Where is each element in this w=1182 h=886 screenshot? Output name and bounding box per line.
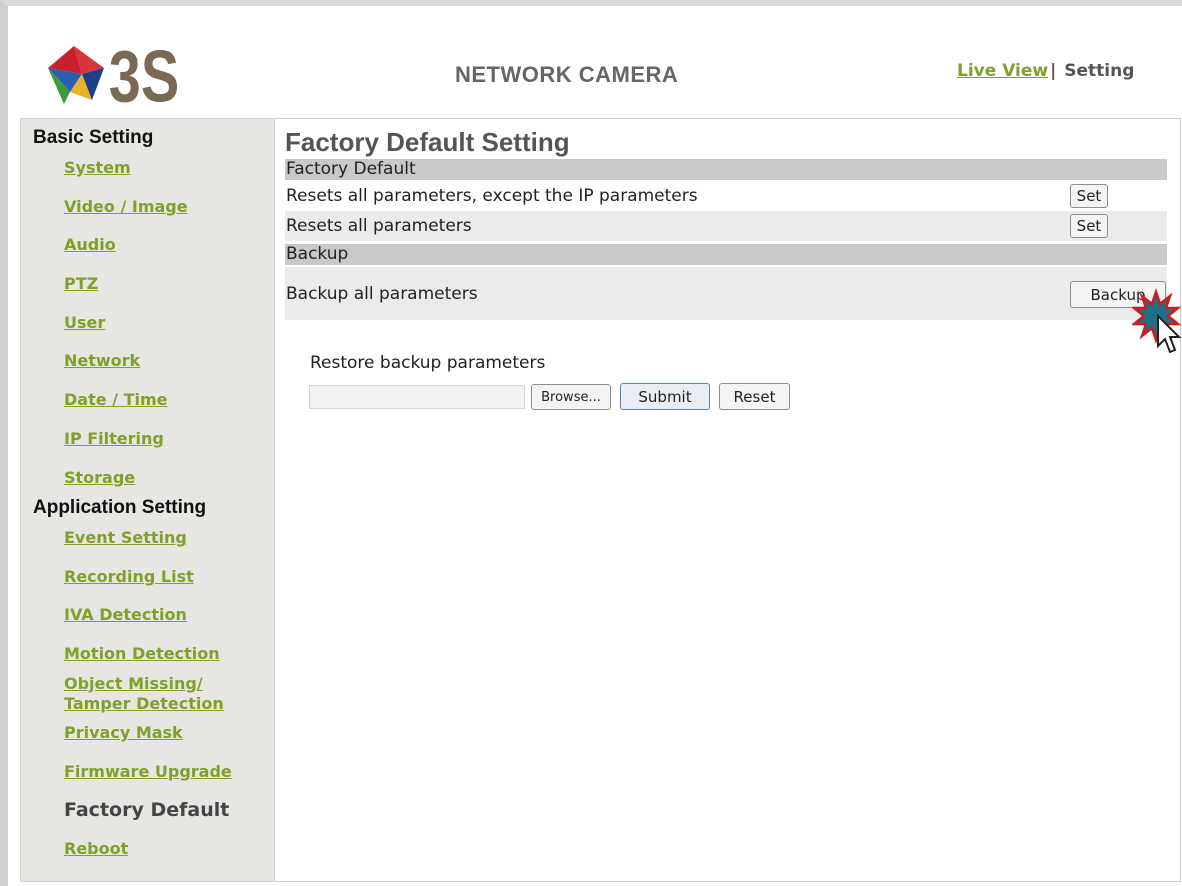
sidebar-item-ptz[interactable]: PTZ xyxy=(64,274,98,294)
brand-logo: 3S xyxy=(44,28,184,114)
sidebar-item-storage[interactable]: Storage xyxy=(64,468,135,488)
live-view-link[interactable]: Live View xyxy=(957,61,1048,81)
header: 3S NETWORK CAMERA Live View | Setting xyxy=(8,6,1182,116)
sidebar-item-privacy-mask[interactable]: Privacy Mask xyxy=(64,723,183,743)
restore-label: Restore backup parameters xyxy=(310,353,546,373)
backup-row: Backup all parameters Backup xyxy=(285,267,1167,320)
setting-label: Setting xyxy=(1064,61,1135,81)
factory-default-section-header: Factory Default xyxy=(285,159,1167,180)
sidebar-item-event-setting[interactable]: Event Setting xyxy=(64,528,187,548)
backup-section-header: Backup xyxy=(285,244,1167,265)
sidebar-item-system[interactable]: System xyxy=(64,158,131,178)
sidebar-item-date-time[interactable]: Date / Time xyxy=(64,390,167,410)
sidebar: Basic Setting System Video / Image Audio… xyxy=(20,118,275,882)
sidebar-item-audio[interactable]: Audio xyxy=(64,235,116,255)
sidebar-item-reboot[interactable]: Reboot xyxy=(64,839,128,859)
reset-except-ip-row: Resets all parameters, except the IP par… xyxy=(285,181,1167,211)
top-nav: Live View | Setting xyxy=(957,61,1134,81)
sidebar-item-network[interactable]: Network xyxy=(64,351,140,371)
sidebar-item-tamper-detection[interactable]: Tamper Detection xyxy=(64,694,224,714)
sidebar-item-motion-detection[interactable]: Motion Detection xyxy=(64,644,220,664)
reset-except-ip-label: Resets all parameters, except the IP par… xyxy=(286,186,698,206)
submit-button[interactable]: Submit xyxy=(620,383,710,410)
sidebar-item-object-missing[interactable]: Object Missing/ xyxy=(64,674,203,694)
sidebar-item-factory-default: Factory Default xyxy=(64,799,230,821)
product-title: NETWORK CAMERA xyxy=(455,62,679,87)
basic-setting-heading: Basic Setting xyxy=(33,127,154,148)
section-label: Factory Default xyxy=(286,159,416,179)
sidebar-item-recording-list[interactable]: Recording List xyxy=(64,567,194,587)
sidebar-item-user[interactable]: User xyxy=(64,313,105,333)
sidebar-item-video-image[interactable]: Video / Image xyxy=(64,197,188,217)
set-all-button[interactable]: Set xyxy=(1070,214,1108,238)
click-burst-cursor-icon xyxy=(1130,288,1182,364)
restore-file-input[interactable] xyxy=(309,385,525,409)
section-label: Backup xyxy=(286,244,349,264)
nav-separator: | xyxy=(1050,61,1057,81)
backup-label: Backup all parameters xyxy=(286,284,478,304)
main-panel: Factory Default Setting Factory Default … xyxy=(275,118,1181,882)
reset-all-row: Resets all parameters Set xyxy=(285,211,1167,241)
sidebar-item-ip-filtering[interactable]: IP Filtering xyxy=(64,429,164,449)
application-setting-heading: Application Setting xyxy=(33,497,207,518)
sidebar-item-firmware-upgrade[interactable]: Firmware Upgrade xyxy=(64,762,232,782)
page-title: Factory Default Setting xyxy=(285,127,570,157)
sidebar-item-iva-detection[interactable]: IVA Detection xyxy=(64,605,187,625)
reset-all-label: Resets all parameters xyxy=(286,216,472,236)
reset-button[interactable]: Reset xyxy=(719,383,790,410)
set-except-ip-button[interactable]: Set xyxy=(1070,184,1108,208)
browse-button[interactable]: Browse... xyxy=(531,384,611,410)
svg-text:3S: 3S xyxy=(109,36,179,114)
